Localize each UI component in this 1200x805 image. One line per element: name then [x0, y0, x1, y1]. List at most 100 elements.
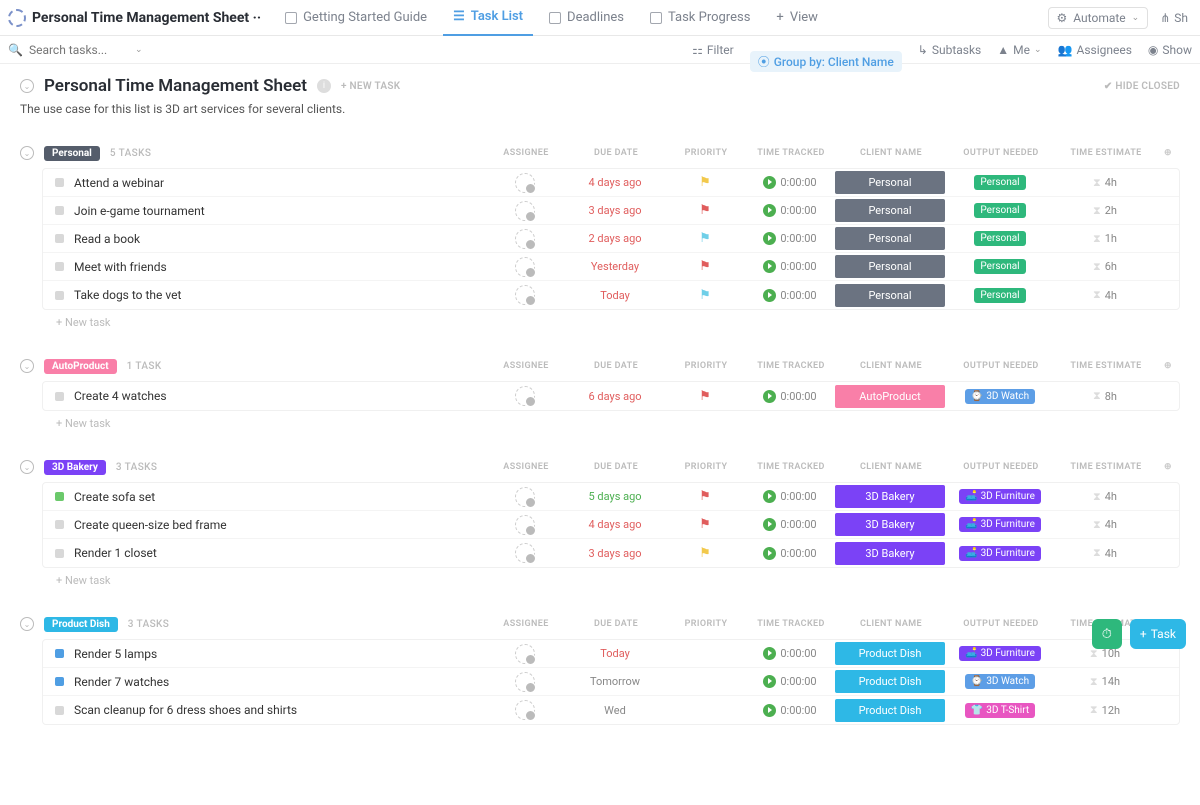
collapse-group-button[interactable]: ⌄	[20, 617, 34, 631]
priority-flag-icon[interactable]: ⚑	[699, 203, 711, 218]
status-dot[interactable]	[55, 234, 64, 243]
search-box[interactable]: 🔍 ⌄	[8, 43, 168, 57]
output-cell[interactable]: Personal	[945, 175, 1055, 190]
priority-flag-icon[interactable]: ⚑	[699, 389, 711, 404]
client-cell[interactable]: Personal	[835, 227, 945, 250]
task-name[interactable]: Join e-game tournament	[74, 204, 485, 218]
due-date-cell[interactable]: Yesterday	[565, 260, 665, 273]
tab-deadlines[interactable]: Deadlines	[539, 0, 634, 36]
status-dot[interactable]	[55, 520, 64, 529]
priority-flag-icon[interactable]: ⚑	[699, 231, 711, 246]
client-cell[interactable]: Personal	[835, 171, 945, 194]
time-tracked-cell[interactable]: 0:00:00	[745, 518, 835, 531]
tab-getting-started[interactable]: Getting Started Guide	[275, 0, 437, 36]
col-due[interactable]: DUE DATE	[566, 619, 666, 629]
col-output[interactable]: OUTPUT NEEDED	[946, 361, 1056, 371]
add-column-button[interactable]: ⊕	[1156, 361, 1180, 371]
priority-cell[interactable]: ⚑	[665, 389, 745, 404]
task-row[interactable]: Meet with friends Yesterday ⚑ 0:00:00 Pe…	[43, 253, 1179, 281]
search-input[interactable]	[29, 43, 129, 57]
col-client[interactable]: CLIENT NAME	[836, 148, 946, 158]
status-dot[interactable]	[55, 706, 64, 715]
play-button[interactable]	[763, 289, 776, 302]
filter-button[interactable]: ⚏Filter	[692, 43, 734, 57]
assignees-button[interactable]: 👥Assignees	[1058, 43, 1132, 57]
assignee-cell[interactable]	[485, 285, 565, 305]
assignee-avatar[interactable]	[515, 386, 535, 406]
play-button[interactable]	[763, 547, 776, 560]
task-name[interactable]: Create queen-size bed frame	[74, 518, 485, 532]
assignee-cell[interactable]	[485, 257, 565, 277]
info-icon[interactable]: i	[317, 79, 331, 93]
output-cell[interactable]: 🛋️3D Furniture	[945, 646, 1055, 661]
priority-cell[interactable]: ⚑	[665, 517, 745, 532]
col-time[interactable]: TIME TRACKED	[746, 619, 836, 629]
assignee-avatar[interactable]	[515, 644, 535, 664]
share-button[interactable]: ⋔ Sh	[1156, 8, 1192, 28]
estimate-cell[interactable]: ⧗4h	[1055, 518, 1155, 532]
col-output[interactable]: OUTPUT NEEDED	[946, 148, 1056, 158]
estimate-cell[interactable]: ⧗4h	[1055, 546, 1155, 560]
task-row[interactable]: Create 4 watches 6 days ago ⚑ 0:00:00 Au…	[43, 382, 1179, 410]
task-name[interactable]: Scan cleanup for 6 dress shoes and shirt…	[74, 703, 485, 717]
assignee-avatar[interactable]	[515, 285, 535, 305]
priority-cell[interactable]: ⚑	[665, 489, 745, 504]
client-cell[interactable]: 3D Bakery	[835, 513, 945, 536]
priority-cell[interactable]: ⚑	[665, 175, 745, 190]
col-output[interactable]: OUTPUT NEEDED	[946, 619, 1056, 629]
play-button[interactable]	[763, 704, 776, 717]
priority-flag-icon[interactable]: ⚑	[699, 175, 711, 190]
fab-timer-button[interactable]: ⏱	[1092, 619, 1122, 649]
priority-flag-icon[interactable]: ⚑	[699, 288, 711, 303]
play-button[interactable]	[763, 390, 776, 403]
assignee-cell[interactable]	[485, 201, 565, 221]
assignee-avatar[interactable]	[515, 672, 535, 692]
task-row[interactable]: Scan cleanup for 6 dress shoes and shirt…	[43, 696, 1179, 724]
play-button[interactable]	[763, 490, 776, 503]
chevron-down-icon[interactable]: ⌄	[135, 45, 143, 55]
status-dot[interactable]	[55, 492, 64, 501]
play-button[interactable]	[763, 675, 776, 688]
task-name[interactable]: Meet with friends	[74, 260, 485, 274]
hide-closed-button[interactable]: ✔ HIDE CLOSED	[1104, 81, 1180, 92]
output-cell[interactable]: Personal	[945, 203, 1055, 218]
time-tracked-cell[interactable]: 0:00:00	[745, 675, 835, 688]
status-dot[interactable]	[55, 549, 64, 558]
assignee-avatar[interactable]	[515, 515, 535, 535]
assignee-cell[interactable]	[485, 487, 565, 507]
assignee-avatar[interactable]	[515, 543, 535, 563]
col-due[interactable]: DUE DATE	[566, 361, 666, 371]
priority-cell[interactable]: ⚑	[665, 288, 745, 303]
task-row[interactable]: Create queen-size bed frame 4 days ago ⚑…	[43, 511, 1179, 539]
add-task-button[interactable]: + New task	[56, 316, 1180, 329]
client-cell[interactable]: Personal	[835, 199, 945, 222]
col-estimate[interactable]: TIME ESTIMATE	[1056, 462, 1156, 472]
estimate-cell[interactable]: ⧗2h	[1055, 204, 1155, 218]
task-row[interactable]: Create sofa set 5 days ago ⚑ 0:00:00 3D …	[43, 483, 1179, 511]
client-cell[interactable]: 3D Bakery	[835, 542, 945, 565]
estimate-cell[interactable]: ⧗4h	[1055, 490, 1155, 504]
assignee-avatar[interactable]	[515, 173, 535, 193]
output-cell[interactable]: 🛋️3D Furniture	[945, 546, 1055, 561]
add-task-button[interactable]: + New task	[56, 574, 1180, 587]
task-row[interactable]: Render 1 closet 3 days ago ⚑ 0:00:00 3D …	[43, 539, 1179, 567]
time-tracked-cell[interactable]: 0:00:00	[745, 176, 835, 189]
estimate-cell[interactable]: ⧗8h	[1055, 389, 1155, 403]
play-button[interactable]	[763, 176, 776, 189]
due-date-cell[interactable]: 5 days ago	[565, 490, 665, 503]
estimate-cell[interactable]: ⧗6h	[1055, 260, 1155, 274]
task-name[interactable]: Read a book	[74, 232, 485, 246]
task-row[interactable]: Read a book 2 days ago ⚑ 0:00:00 Persona…	[43, 225, 1179, 253]
col-estimate[interactable]: TIME ESTIMATE	[1056, 361, 1156, 371]
due-date-cell[interactable]: Today	[565, 289, 665, 302]
col-assignee[interactable]: ASSIGNEE	[486, 361, 566, 371]
assignee-avatar[interactable]	[515, 201, 535, 221]
estimate-cell[interactable]: ⧗4h	[1055, 288, 1155, 302]
col-priority[interactable]: PRIORITY	[666, 148, 746, 158]
task-row[interactable]: Join e-game tournament 3 days ago ⚑ 0:00…	[43, 197, 1179, 225]
subtasks-button[interactable]: ↳Subtasks	[918, 43, 981, 57]
group-pill[interactable]: Personal	[44, 146, 100, 161]
status-dot[interactable]	[55, 206, 64, 215]
output-cell[interactable]: Personal	[945, 288, 1055, 303]
col-output[interactable]: OUTPUT NEEDED	[946, 462, 1056, 472]
